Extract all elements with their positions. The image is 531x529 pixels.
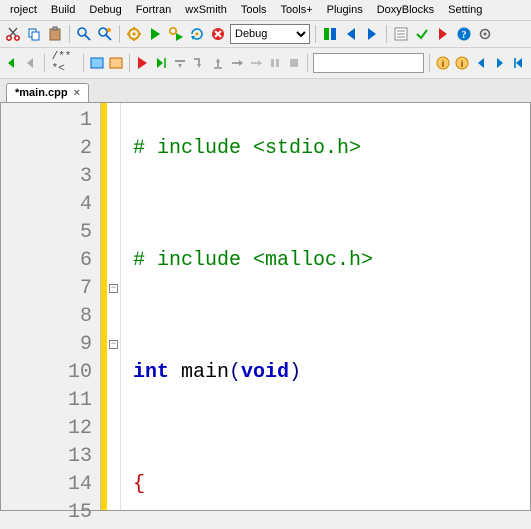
fold-column: − − bbox=[107, 103, 121, 510]
menu-debug[interactable]: Debug bbox=[83, 2, 127, 18]
back-icon[interactable] bbox=[4, 54, 20, 72]
stop-debug-icon[interactable] bbox=[286, 54, 302, 72]
fold-toggle-icon[interactable]: − bbox=[109, 340, 118, 349]
menu-toolsplus[interactable]: Tools+ bbox=[275, 2, 319, 18]
doxy-wizard-icon[interactable] bbox=[89, 54, 105, 72]
line-number: 4 bbox=[1, 191, 92, 219]
separator bbox=[83, 54, 84, 72]
menu-build[interactable]: Build bbox=[45, 2, 81, 18]
menu-project[interactable]: roject bbox=[4, 2, 43, 18]
home-nav-icon[interactable] bbox=[511, 54, 527, 72]
code-text: int bbox=[133, 361, 169, 384]
line-number: 12 bbox=[1, 415, 92, 443]
next-result-icon[interactable] bbox=[492, 54, 508, 72]
next-instr-icon[interactable] bbox=[229, 54, 245, 72]
next-error-icon[interactable] bbox=[434, 25, 452, 43]
paste-icon[interactable] bbox=[46, 25, 64, 43]
step-into-icon[interactable] bbox=[191, 54, 207, 72]
svg-text:?: ? bbox=[462, 30, 467, 41]
separator bbox=[44, 54, 45, 72]
run-icon[interactable] bbox=[146, 25, 164, 43]
svg-text:i: i bbox=[442, 59, 445, 69]
toggle-source-header-icon[interactable] bbox=[321, 25, 339, 43]
line-number: 15 bbox=[1, 499, 92, 527]
code-text: # include <malloc.h> bbox=[133, 249, 373, 272]
toolbar-main: Debug ? bbox=[0, 21, 531, 48]
line-number: 8 bbox=[1, 303, 92, 331]
line-number: 7 bbox=[1, 275, 92, 303]
code-text: ) bbox=[289, 361, 301, 384]
line-number: 3 bbox=[1, 163, 92, 191]
line-number-gutter: 1 2 3 4 5 6 7 8 9 10 11 12 13 14 15 bbox=[1, 103, 101, 510]
run-to-cursor-icon[interactable] bbox=[153, 54, 169, 72]
menu-doxyblocks[interactable]: DoxyBlocks bbox=[371, 2, 440, 18]
abort-icon[interactable] bbox=[209, 25, 227, 43]
debug-start-icon[interactable] bbox=[134, 54, 150, 72]
prev-bookmark-icon[interactable] bbox=[23, 54, 39, 72]
menu-fortran[interactable]: Fortran bbox=[130, 2, 177, 18]
replace-icon[interactable] bbox=[96, 25, 114, 43]
separator bbox=[69, 25, 70, 43]
doxy-html-icon[interactable] bbox=[108, 54, 124, 72]
info2-icon[interactable]: i bbox=[454, 54, 470, 72]
next-diff-icon[interactable] bbox=[363, 25, 381, 43]
fold-toggle-icon[interactable]: − bbox=[109, 284, 118, 293]
prev-diff-icon[interactable] bbox=[342, 25, 360, 43]
help-icon[interactable]: ? bbox=[455, 25, 473, 43]
code-text: ( bbox=[229, 361, 241, 384]
line-number: 2 bbox=[1, 135, 92, 163]
prev-result-icon[interactable] bbox=[473, 54, 489, 72]
regex-label: /** *< bbox=[50, 51, 78, 75]
step-out-icon[interactable] bbox=[210, 54, 226, 72]
separator bbox=[315, 25, 316, 43]
line-number: 9 bbox=[1, 331, 92, 359]
menu-plugins[interactable]: Plugins bbox=[321, 2, 369, 18]
build-run-icon[interactable] bbox=[167, 25, 185, 43]
break-debug-icon[interactable] bbox=[267, 54, 283, 72]
separator bbox=[129, 54, 130, 72]
code-text: # include <stdio.h> bbox=[133, 137, 361, 160]
check-icon[interactable] bbox=[413, 25, 431, 43]
line-number: 6 bbox=[1, 247, 92, 275]
code-text: { bbox=[133, 473, 145, 496]
line-number: 10 bbox=[1, 359, 92, 387]
code-area[interactable]: # include <stdio.h> # include <malloc.h>… bbox=[121, 103, 530, 510]
menu-settings[interactable]: Setting bbox=[442, 2, 488, 18]
menu-wxsmith[interactable]: wxSmith bbox=[179, 2, 233, 18]
line-number: 11 bbox=[1, 387, 92, 415]
menu-bar: roject Build Debug Fortran wxSmith Tools… bbox=[0, 0, 531, 21]
find-icon[interactable] bbox=[75, 25, 93, 43]
separator bbox=[386, 25, 387, 43]
separator bbox=[119, 25, 120, 43]
line-number: 1 bbox=[1, 107, 92, 135]
line-number: 14 bbox=[1, 471, 92, 499]
debug-target-combo[interactable] bbox=[313, 53, 425, 73]
info-icon[interactable]: i bbox=[435, 54, 451, 72]
build-icon[interactable] bbox=[125, 25, 143, 43]
next-line-icon[interactable] bbox=[172, 54, 188, 72]
build-target-select[interactable]: Debug bbox=[230, 24, 310, 44]
copy-icon[interactable] bbox=[25, 25, 43, 43]
code-text: main bbox=[169, 361, 229, 384]
code-editor[interactable]: 1 2 3 4 5 6 7 8 9 10 11 12 13 14 15 − − … bbox=[0, 103, 531, 511]
tab-main-cpp[interactable]: *main.cpp × bbox=[6, 83, 89, 102]
close-icon[interactable]: × bbox=[74, 87, 80, 99]
tab-title: *main.cpp bbox=[15, 87, 68, 99]
line-number: 13 bbox=[1, 443, 92, 471]
step-into-instr-icon[interactable] bbox=[248, 54, 264, 72]
todo-list-icon[interactable] bbox=[392, 25, 410, 43]
separator bbox=[429, 54, 430, 72]
code-text: void bbox=[241, 361, 289, 384]
svg-text:i: i bbox=[461, 59, 464, 69]
tab-bar: *main.cpp × bbox=[0, 79, 531, 103]
toolbar-secondary: /** *< i i bbox=[0, 48, 531, 79]
cut-icon[interactable] bbox=[4, 25, 22, 43]
rebuild-icon[interactable] bbox=[188, 25, 206, 43]
line-number: 5 bbox=[1, 219, 92, 247]
separator bbox=[307, 54, 308, 72]
settings-gear-icon[interactable] bbox=[476, 25, 494, 43]
menu-tools[interactable]: Tools bbox=[235, 2, 273, 18]
